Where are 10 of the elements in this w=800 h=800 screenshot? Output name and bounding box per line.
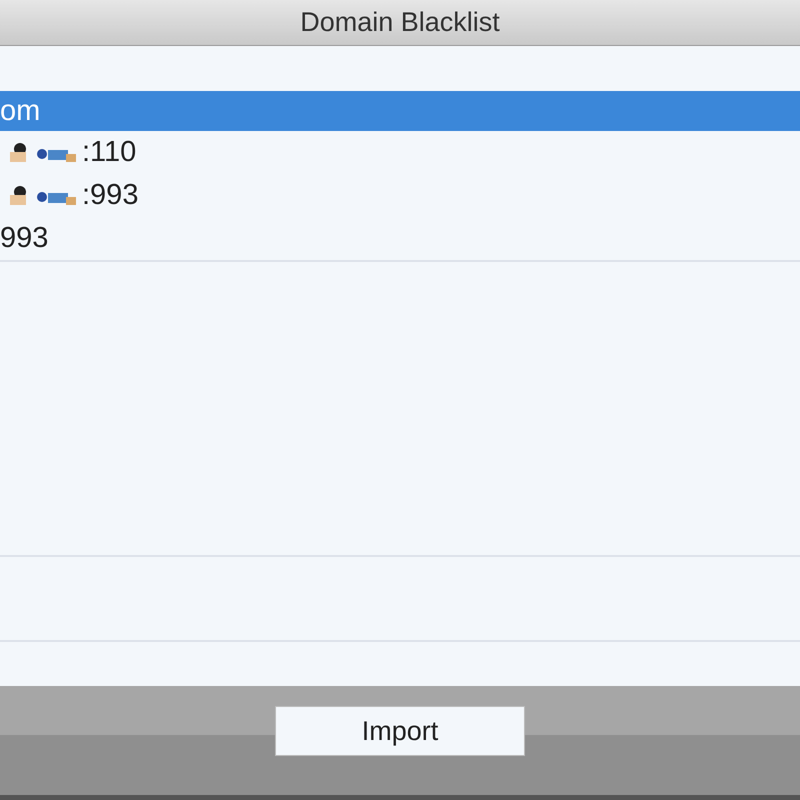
list-row[interactable]: :993 [0, 174, 800, 217]
domain-text: :993 [82, 179, 138, 212]
domain-text: 993 [0, 222, 48, 255]
import-button[interactable]: Import [275, 706, 525, 756]
window-title: Domain Blacklist [300, 7, 500, 38]
domain-text: :110 [82, 136, 136, 169]
list-row[interactable]: om [0, 91, 800, 131]
list-row[interactable]: 993 [0, 217, 800, 260]
list-row[interactable]: :110 [0, 131, 800, 174]
domain-text: om [0, 94, 40, 128]
